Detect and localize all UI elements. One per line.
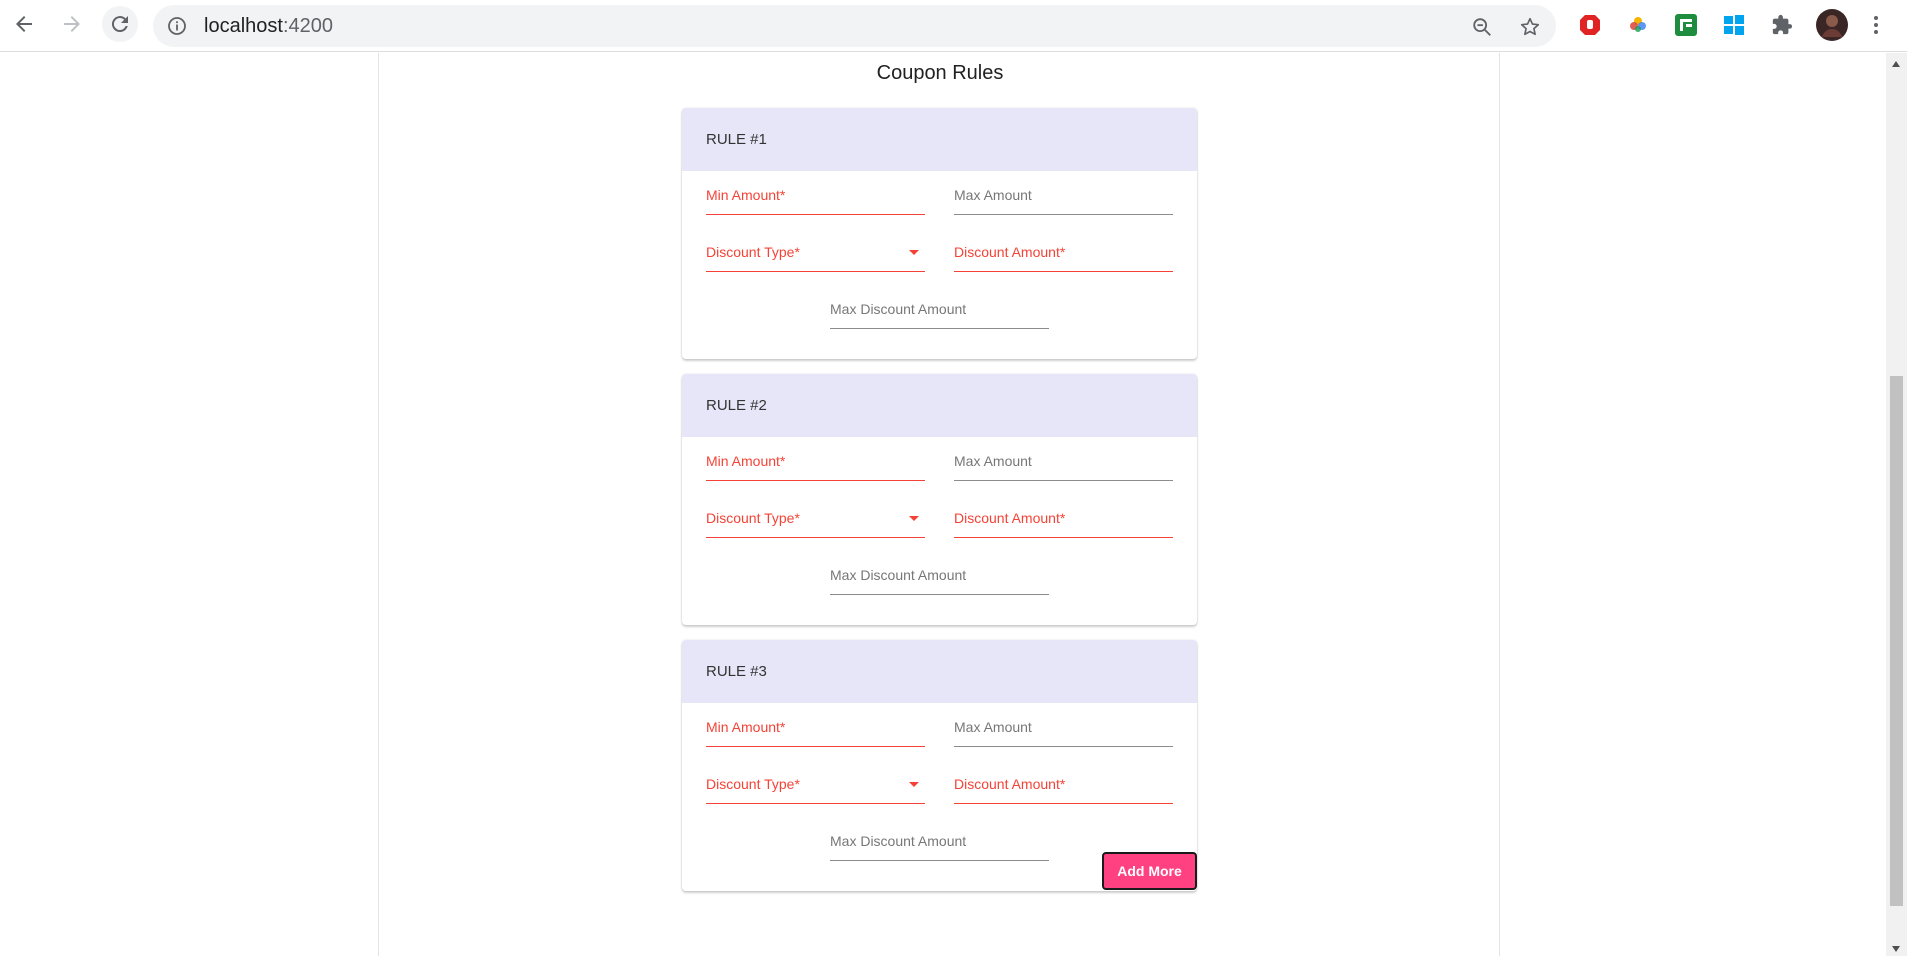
chevron-down-icon xyxy=(909,516,919,521)
scroll-up-icon[interactable] xyxy=(1892,61,1900,67)
scroll-thumb[interactable] xyxy=(1890,376,1903,906)
star-icon[interactable] xyxy=(1519,16,1541,38)
rule-card: RULE #1 Min Amount* Max Amount Discount … xyxy=(682,108,1197,359)
extension-windows-icon[interactable] xyxy=(1721,12,1747,38)
zoom-icon[interactable] xyxy=(1471,16,1493,38)
rule-card: RULE #2 Min Amount* Max Amount Discount … xyxy=(682,374,1197,625)
max-amount-input[interactable]: Max Amount xyxy=(954,715,1173,747)
max-amount-input[interactable]: Max Amount xyxy=(954,183,1173,215)
discount-type-select[interactable]: Discount Type* xyxy=(706,772,925,804)
back-button[interactable] xyxy=(6,6,42,42)
discount-type-label: Discount Type* xyxy=(706,244,800,260)
forward-button[interactable] xyxy=(54,6,90,42)
discount-amount-input[interactable]: Discount Amount* xyxy=(954,772,1173,804)
rule-heading: RULE #2 xyxy=(682,374,1197,437)
min-amount-input[interactable]: Min Amount* xyxy=(706,449,925,481)
extension-green-icon[interactable] xyxy=(1673,12,1699,38)
discount-type-select[interactable]: Discount Type* xyxy=(706,506,925,538)
min-amount-input[interactable]: Min Amount* xyxy=(706,715,925,747)
max-discount-amount-input[interactable]: Max Discount Amount xyxy=(830,563,1049,595)
add-more-button[interactable]: Add More xyxy=(1102,852,1197,890)
url-text: localhost:4200 xyxy=(204,15,333,37)
discount-type-select[interactable]: Discount Type* xyxy=(706,240,925,272)
discount-type-label: Discount Type* xyxy=(706,776,800,792)
reload-button[interactable] xyxy=(102,6,138,42)
discount-amount-input[interactable]: Discount Amount* xyxy=(954,506,1173,538)
discount-type-label: Discount Type* xyxy=(706,510,800,526)
reload-icon xyxy=(111,16,128,33)
browser-toolbar: localhost:4200 xyxy=(0,0,1907,52)
forward-icon xyxy=(64,16,80,32)
page-viewport: Coupon Rules RULE #1 Min Amount* Max Amo… xyxy=(0,53,1907,956)
chevron-down-icon xyxy=(909,782,919,787)
page-title: Coupon Rules xyxy=(876,62,1004,84)
back-icon xyxy=(16,16,32,32)
extensions-icon[interactable] xyxy=(1769,12,1795,38)
max-discount-amount-input[interactable]: Max Discount Amount xyxy=(830,297,1049,329)
extension-colorwheel-icon[interactable] xyxy=(1625,12,1651,38)
scroll-down-icon[interactable] xyxy=(1892,946,1900,952)
info-icon[interactable] xyxy=(167,16,187,36)
max-discount-amount-input[interactable]: Max Discount Amount xyxy=(830,829,1049,861)
menu-icon[interactable] xyxy=(1866,12,1886,38)
min-amount-input[interactable]: Min Amount* xyxy=(706,183,925,215)
chevron-down-icon xyxy=(909,250,919,255)
avatar[interactable] xyxy=(1815,8,1849,42)
discount-amount-input[interactable]: Discount Amount* xyxy=(954,240,1173,272)
scrollbar[interactable] xyxy=(1886,53,1907,956)
max-amount-input[interactable]: Max Amount xyxy=(954,449,1173,481)
rule-heading: RULE #1 xyxy=(682,108,1197,171)
address-bar[interactable]: localhost:4200 xyxy=(153,5,1556,47)
rule-heading: RULE #3 xyxy=(682,640,1197,703)
extension-adblock-icon[interactable] xyxy=(1577,12,1603,38)
